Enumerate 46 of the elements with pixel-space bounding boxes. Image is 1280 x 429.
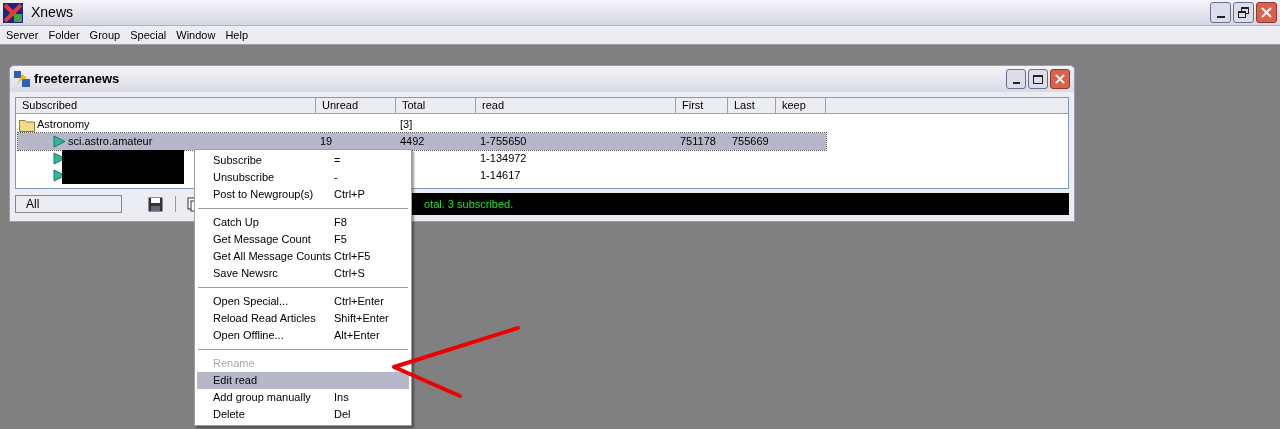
window-title: Xnews bbox=[31, 3, 74, 22]
maximize-button[interactable] bbox=[1028, 69, 1048, 89]
menu-item[interactable]: Help bbox=[220, 26, 253, 44]
menu-item[interactable]: Window bbox=[171, 26, 221, 44]
child-window-title: freeterranews bbox=[34, 70, 120, 89]
newsgroup-server-icon bbox=[14, 71, 30, 87]
menu-item[interactable]: Save Newsrc Ctrl+S bbox=[197, 265, 409, 282]
play-icon bbox=[53, 135, 66, 148]
menu-item[interactable]: Unsubscribe - bbox=[197, 169, 409, 186]
close-icon bbox=[1054, 73, 1066, 85]
close-button[interactable] bbox=[1256, 2, 1277, 23]
save-icon[interactable] bbox=[148, 196, 163, 212]
selected-row[interactable]: sci.astro.amateur 19 4492 1-755650 751178 755669 bbox=[18, 133, 826, 150]
app-logo-icon bbox=[3, 2, 23, 23]
filter-button[interactable]: All bbox=[15, 195, 122, 213]
close-icon bbox=[1260, 6, 1273, 19]
menu-item[interactable]: Get All Message Counts Ctrl+F5 bbox=[197, 248, 409, 265]
table-cell-text: 1-755650 bbox=[480, 134, 527, 150]
table-cell-text: 1-14617 bbox=[480, 168, 521, 184]
table-cell-text: 19 bbox=[320, 134, 333, 150]
close-button[interactable] bbox=[1050, 69, 1070, 89]
menu-item[interactable]: Post to Newgroup(s) Ctrl+P bbox=[197, 186, 409, 203]
menu-item[interactable]: Delete Del bbox=[197, 406, 409, 423]
menu-item[interactable]: Edit read bbox=[197, 372, 409, 389]
menu-item[interactable]: Add group manually Ins bbox=[197, 389, 409, 406]
menu-item[interactable]: Open Offline... Alt+Enter bbox=[197, 327, 409, 344]
table-cell-text: 755669 bbox=[732, 134, 769, 150]
menu-item[interactable]: Get Message Count F5 bbox=[197, 231, 409, 248]
menu-item[interactable]: Reload Read Articles Shift+Enter bbox=[197, 310, 409, 327]
menu-item[interactable]: Special bbox=[125, 26, 172, 44]
menu-item[interactable]: Catch Up F8 bbox=[197, 214, 409, 231]
menu-item[interactable]: Subscribe = bbox=[197, 152, 409, 169]
menu-item[interactable]: Folder bbox=[43, 26, 85, 44]
restore-button[interactable] bbox=[1233, 2, 1254, 23]
table-cell-text: [3] bbox=[400, 117, 413, 133]
table-cell-text: 1-134972 bbox=[480, 151, 527, 167]
group-name[interactable]: sci.astro.amateur bbox=[68, 133, 153, 150]
menu-item[interactable]: Open Special... Ctrl+Enter bbox=[197, 293, 409, 310]
group-name[interactable]: Astronomy bbox=[37, 116, 90, 133]
minimize-button[interactable] bbox=[1210, 2, 1231, 23]
menu-item[interactable]: Server bbox=[1, 26, 44, 44]
status-text: otal. 3 subscribed. bbox=[424, 196, 514, 212]
menu-item[interactable]: Group bbox=[84, 26, 126, 44]
minimize-button[interactable] bbox=[1006, 69, 1026, 89]
table-cell-text: 751178 bbox=[680, 134, 716, 150]
table-cell-text: 4492 bbox=[400, 134, 425, 150]
